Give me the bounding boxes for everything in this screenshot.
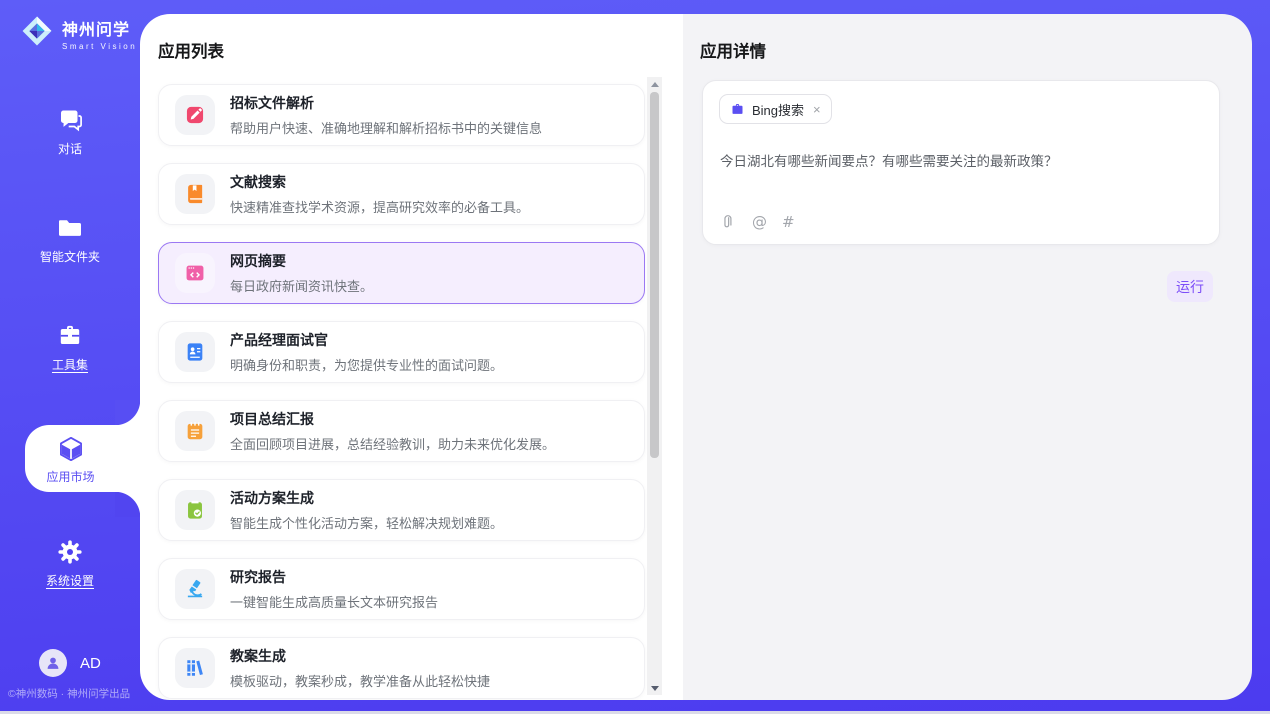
brand-name: 神州问学: [62, 16, 137, 40]
app-desc: 全面回顾项目进展，总结经验教训，助力未来优化发展。: [230, 434, 555, 453]
scroll-up-button[interactable]: [647, 77, 662, 91]
user-name: AD: [80, 655, 101, 672]
app-desc: 快速精准查找学术资源，提高研究效率的必备工具。: [230, 197, 529, 216]
app-desc: 模板驱动，教案秒成，教学准备从此轻松快捷: [230, 671, 490, 690]
books-icon: [175, 648, 215, 688]
app-card-literature-search[interactable]: 文献搜索 快速精准查找学术资源，提高研究效率的必备工具。: [158, 163, 645, 225]
sidebar-item-chat[interactable]: 对话: [0, 106, 140, 157]
sidebar-item-smart-folder[interactable]: 智能文件夹: [0, 214, 140, 265]
tool-chip-label: Bing搜索: [752, 100, 804, 119]
cube-icon: [56, 434, 86, 464]
avatar: [39, 649, 67, 677]
sidebar-item-settings[interactable]: 系统设置: [0, 538, 140, 589]
sidebar-item-label: 对话: [0, 140, 140, 157]
app-list-title: 应用列表: [158, 38, 224, 62]
chat-icon: [56, 106, 84, 134]
arrow-up-icon: [651, 82, 659, 87]
app-title: 研究报告: [230, 567, 438, 587]
scroll-down-button[interactable]: [647, 681, 662, 695]
app-title: 活动方案生成: [230, 488, 503, 508]
book-icon: [175, 174, 215, 214]
arrow-down-icon: [651, 686, 659, 691]
resume-person-icon: [175, 332, 215, 372]
tool-chip-bing-search[interactable]: Bing搜索 ×: [719, 94, 832, 124]
app-list-panel: 应用列表 招标文件解析 帮助用户快速、准确地理解和解析招标书中的关键信息: [140, 14, 683, 700]
microscope-icon: [175, 569, 215, 609]
app-detail-panel: 应用详情 Bing搜索 × 今日湖北有哪些新闻要点？有哪些需要关注的最新政策？: [683, 14, 1252, 700]
hash-icon[interactable]: #: [782, 213, 795, 231]
app-desc: 明确身份和职责，为您提供专业性的面试问题。: [230, 355, 503, 374]
document-edit-icon: [175, 95, 215, 135]
app-card-project-summary[interactable]: 项目总结汇报 全面回顾项目进展，总结经验教训，助力未来优化发展。: [158, 400, 645, 462]
sidebar-item-label: 系统设置: [0, 572, 140, 589]
query-input[interactable]: 今日湖北有哪些新闻要点？有哪些需要关注的最新政策？: [720, 150, 1203, 170]
sidebar-item-app-market[interactable]: 应用市场: [25, 425, 140, 492]
user-account[interactable]: AD: [39, 649, 101, 677]
brand-logo: 神州问学 Smart Vision: [20, 14, 137, 53]
app-card-pm-interviewer[interactable]: 产品经理面试官 明确身份和职责，为您提供专业性的面试问题。: [158, 321, 645, 383]
app-title: 招标文件解析: [230, 93, 542, 113]
app-desc: 智能生成个性化活动方案，轻松解决规划难题。: [230, 513, 503, 532]
sidebar: 神州问学 Smart Vision 对话 智能文件夹: [0, 0, 140, 714]
app-title: 项目总结汇报: [230, 409, 555, 429]
chip-close-icon[interactable]: ×: [813, 103, 821, 116]
app-detail-title: 应用详情: [700, 38, 766, 62]
app-window: 神州问学 Smart Vision 对话 智能文件夹: [0, 0, 1270, 714]
folder-icon: [56, 214, 84, 242]
brand-subtitle: Smart Vision: [62, 42, 137, 51]
app-card-bid-parse[interactable]: 招标文件解析 帮助用户快速、准确地理解和解析招标书中的关键信息: [158, 84, 645, 146]
composer-toolbar: @ #: [720, 213, 795, 231]
clipboard-check-icon: [175, 490, 215, 530]
paperclip-icon[interactable]: [720, 214, 737, 231]
gear-icon: [56, 538, 84, 566]
app-desc: 每日政府新闻资讯快查。: [230, 276, 373, 295]
notepad-icon: [175, 411, 215, 451]
prompt-composer[interactable]: Bing搜索 × 今日湖北有哪些新闻要点？有哪些需要关注的最新政策？ @ #: [702, 80, 1220, 245]
sidebar-item-label: 工具集: [0, 356, 140, 373]
app-title: 产品经理面试官: [230, 330, 503, 350]
app-title: 教案生成: [230, 646, 490, 666]
app-title: 网页摘要: [230, 251, 373, 271]
content-area: 应用列表 招标文件解析 帮助用户快速、准确地理解和解析招标书中的关键信息: [140, 14, 1252, 700]
toolbox-icon: [56, 322, 84, 350]
run-button[interactable]: 运行: [1167, 271, 1213, 302]
sidebar-item-label: 智能文件夹: [0, 248, 140, 265]
app-card-lesson-plan[interactable]: 教案生成 模板驱动，教案秒成，教学准备从此轻松快捷: [158, 637, 645, 699]
browser-code-icon: [175, 253, 215, 293]
sidebar-item-toolset[interactable]: 工具集: [0, 322, 140, 373]
app-card-event-plan[interactable]: 活动方案生成 智能生成个性化活动方案，轻松解决规划难题。: [158, 479, 645, 541]
copyright-footer: ©神州数码 · 神州问学出品: [8, 686, 130, 701]
app-card-web-summary[interactable]: 网页摘要 每日政府新闻资讯快查。: [158, 242, 645, 304]
sidebar-item-label: 应用市场: [25, 468, 116, 485]
scrollbar-thumb[interactable]: [650, 92, 659, 458]
app-desc: 一键智能生成高质量长文本研究报告: [230, 592, 438, 611]
briefcase-icon: [730, 102, 745, 117]
bubble-notch-bottom: [115, 492, 140, 517]
bubble-notch-top: [115, 400, 140, 425]
app-card-research-report[interactable]: 研究报告 一键智能生成高质量长文本研究报告: [158, 558, 645, 620]
app-card-list: 招标文件解析 帮助用户快速、准确地理解和解析招标书中的关键信息 文献搜索 快速精…: [158, 84, 645, 699]
app-desc: 帮助用户快速、准确地理解和解析招标书中的关键信息: [230, 118, 542, 137]
mention-icon[interactable]: @: [752, 213, 767, 231]
app-list-scrollbar[interactable]: [647, 77, 662, 695]
app-title: 文献搜索: [230, 172, 529, 192]
diamond-logo-icon: [20, 14, 54, 53]
